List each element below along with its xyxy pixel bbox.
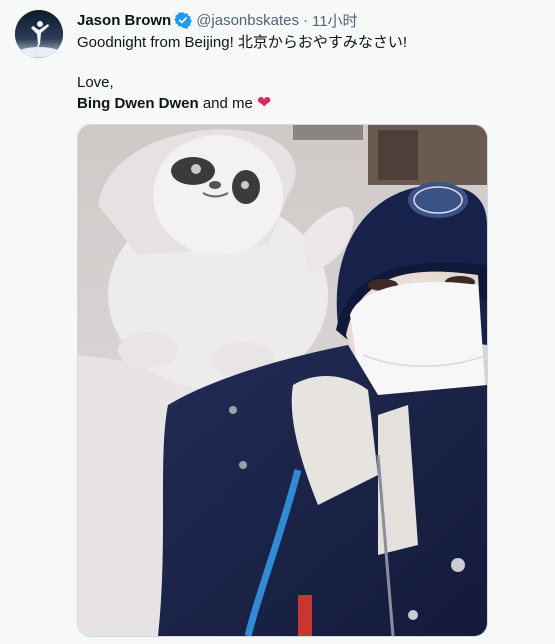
tweet-header: Jason Brown @jasonbskates · 11小时	[77, 10, 358, 30]
tweet-text-line2: Love,	[77, 74, 114, 91]
heart-icon: ❤	[257, 93, 272, 112]
tweet-bold-text: Bing Dwen Dwen	[77, 95, 199, 112]
verified-badge-icon	[174, 11, 193, 29]
tweet-text-line1: Goodnight from Beijing! 北京からおやすみなさい!	[77, 34, 408, 51]
tweet-card[interactable]: Jason Brown @jasonbskates · 11小时 Goodnig…	[0, 0, 555, 644]
tweet-text-rest: and me	[198, 95, 258, 112]
author-name[interactable]: Jason Brown	[77, 12, 171, 29]
header-separator: ·	[302, 11, 308, 29]
tweet-timestamp[interactable]: 11小时	[312, 10, 358, 31]
author-avatar[interactable]	[15, 10, 63, 58]
tweet-text-line3: Bing Dwen Dwen and me ❤	[77, 93, 537, 114]
tweet-text: Goodnight from Beijing! 北京からおやすみなさい! Lov…	[77, 33, 537, 114]
tweet-photo[interactable]	[77, 124, 488, 637]
author-handle[interactable]: @jasonbskates	[196, 12, 299, 29]
